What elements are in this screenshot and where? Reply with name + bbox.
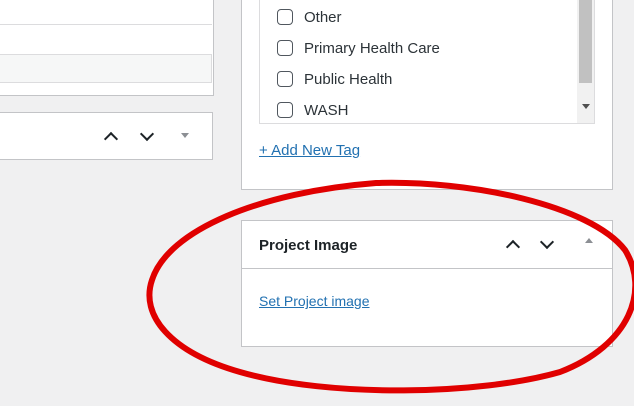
divider (0, 24, 212, 25)
move-up-button[interactable] (102, 128, 120, 147)
tag-label: WASH (304, 101, 349, 119)
toggle-panel-icon[interactable] (585, 238, 593, 243)
left-metabox-header (0, 112, 213, 160)
tag-item-public-health[interactable]: Public Health (277, 68, 392, 90)
tag-checkbox[interactable] (277, 40, 293, 56)
project-image-metabox: Project Image Set Project image (241, 220, 613, 347)
scrollbar-thumb[interactable] (579, 0, 592, 83)
move-up-button[interactable] (504, 236, 522, 255)
tags-metabox: Other Primary Health Care Public Health … (241, 0, 613, 190)
tag-list-scrollbar[interactable] (577, 0, 594, 123)
project-image-header: Project Image (242, 221, 612, 269)
set-project-image-link[interactable]: Set Project image (259, 293, 370, 309)
tag-label: Public Health (304, 70, 393, 88)
project-image-title: Project Image (259, 237, 358, 254)
tag-item-wash[interactable]: WASH (277, 99, 348, 121)
move-down-button[interactable] (538, 234, 556, 254)
add-new-tag-link[interactable]: + Add New Tag (259, 142, 360, 159)
chevron-down-icon (539, 234, 555, 250)
chevron-up-icon (505, 239, 521, 255)
left-metabox-top (0, 0, 214, 96)
tag-checkbox[interactable] (277, 9, 293, 25)
tag-item-other[interactable]: Other (277, 6, 342, 28)
scroll-down-arrow-icon[interactable] (582, 104, 590, 109)
tag-checkbox[interactable] (277, 71, 293, 87)
tag-item-primary-health-care[interactable]: Primary Health Care (277, 37, 440, 59)
tag-checkbox[interactable] (277, 102, 293, 118)
chevron-down-icon (139, 126, 155, 142)
chevron-up-icon (103, 131, 119, 147)
left-text-field[interactable] (0, 54, 212, 83)
admin-screen: Other Primary Health Care Public Health … (0, 0, 634, 406)
toggle-panel-icon[interactable] (181, 133, 189, 138)
tag-checklist: Other Primary Health Care Public Health … (259, 0, 595, 124)
tag-label: Primary Health Care (304, 39, 440, 57)
move-down-button[interactable] (138, 126, 156, 146)
tag-label: Other (304, 8, 342, 26)
